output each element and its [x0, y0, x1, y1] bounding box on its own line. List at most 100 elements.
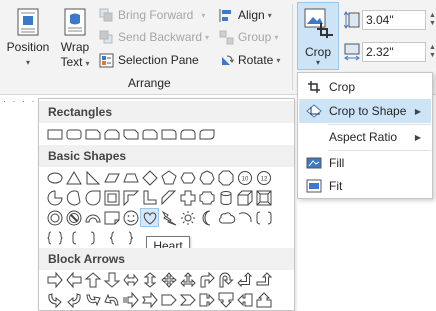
round-same-side-corner-rectangle-shape[interactable] — [178, 124, 197, 143]
position-icon — [17, 8, 39, 36]
octagon-shape[interactable] — [216, 168, 235, 187]
double-brace-shape[interactable] — [45, 228, 64, 247]
left-arrow-callout-shape[interactable] — [235, 290, 254, 309]
align-button[interactable]: Align ▾ — [219, 4, 272, 26]
rotate-button[interactable]: Rotate ▾ — [219, 49, 280, 71]
curved-left-arrow-shape[interactable] — [64, 290, 83, 309]
l-shape[interactable] — [140, 188, 159, 207]
crop-button[interactable]: Crop ▾ — [297, 2, 339, 70]
right-bracket-shape[interactable] — [83, 228, 102, 247]
up-down-arrow-shape[interactable] — [140, 270, 159, 289]
can-shape[interactable] — [216, 188, 235, 207]
snip-diagonal-corner-rectangle-shape[interactable] — [121, 124, 140, 143]
fill-icon — [299, 156, 329, 170]
notched-right-arrow-shape[interactable] — [140, 290, 159, 309]
right-arrow-callout-shape[interactable] — [197, 290, 216, 309]
position-button[interactable]: Position ▾ — [5, 4, 51, 72]
send-backward-button[interactable]: Send Backward ▾ — [99, 26, 209, 48]
dodecagon-shape[interactable]: 12 — [254, 168, 273, 187]
right-triangle-shape[interactable] — [83, 168, 102, 187]
curved-right-arrow-shape[interactable] — [45, 290, 64, 309]
smiley-face-shape[interactable] — [121, 208, 140, 227]
spin-up-icon[interactable]: ▲ — [427, 44, 436, 52]
round-diagonal-corner-rectangle-shape[interactable] — [197, 124, 216, 143]
parallelogram-shape[interactable] — [102, 168, 121, 187]
round-single-corner-rectangle-shape[interactable] — [159, 124, 178, 143]
block-arc-shape[interactable] — [83, 208, 102, 227]
shape-height-input[interactable] — [362, 10, 426, 30]
menu-item-fill[interactable]: Fill — [299, 151, 431, 175]
menu-item-fit[interactable]: Fit — [299, 174, 431, 198]
donut-shape[interactable] — [45, 208, 64, 227]
cube-shape[interactable] — [235, 188, 254, 207]
left-right-arrow-shape[interactable] — [121, 270, 140, 289]
heptagon-shape[interactable] — [197, 168, 216, 187]
down-arrow-callout-shape[interactable] — [216, 290, 235, 309]
folded-corner-shape[interactable] — [102, 208, 121, 227]
curved-down-arrow-shape[interactable] — [102, 290, 121, 309]
left-bracket-shape[interactable] — [64, 228, 83, 247]
left-up-arrow-shape[interactable] — [235, 270, 254, 289]
right-arrow-shape[interactable] — [45, 270, 64, 289]
right-brace-shape[interactable] — [121, 228, 140, 247]
menu-item-aspect-ratio[interactable]: Aspect Ratio ▶ — [299, 125, 431, 149]
rounded-rectangle-shape[interactable] — [64, 124, 83, 143]
cloud-shape[interactable] — [216, 208, 235, 227]
spin-up-icon[interactable]: ▲ — [427, 12, 436, 20]
basic-shapes-row-4 — [45, 228, 140, 247]
pie-shape[interactable] — [45, 188, 64, 207]
menu-item-crop-to-shape[interactable]: Crop to Shape ▶ — [299, 99, 431, 123]
trapezoid-shape[interactable] — [121, 168, 140, 187]
isosceles-triangle-shape[interactable] — [64, 168, 83, 187]
teardrop-shape[interactable] — [83, 188, 102, 207]
bent-arrow-shape[interactable] — [197, 270, 216, 289]
quad-arrow-shape[interactable] — [159, 270, 178, 289]
curved-up-arrow-shape[interactable] — [83, 290, 102, 309]
arc-shape[interactable] — [235, 208, 254, 227]
lightning-bolt-shape[interactable] — [159, 208, 178, 227]
up-arrow-shape[interactable] — [83, 270, 102, 289]
bring-forward-button[interactable]: Bring Forward ▾ — [99, 4, 205, 26]
spin-down-icon[interactable]: ▼ — [427, 20, 436, 28]
snip-single-corner-rectangle-shape[interactable] — [83, 124, 102, 143]
frame-shape[interactable] — [102, 188, 121, 207]
snip-same-side-corner-rectangle-shape[interactable] — [102, 124, 121, 143]
half-frame-shape[interactable] — [121, 188, 140, 207]
heart-shape[interactable] — [140, 208, 159, 227]
u-turn-arrow-shape[interactable] — [216, 270, 235, 289]
sun-shape[interactable] — [178, 208, 197, 227]
plaque-shape[interactable] — [197, 188, 216, 207]
pentagon-arrow-shape[interactable] — [159, 290, 178, 309]
down-arrow-shape[interactable] — [102, 270, 121, 289]
left-brace-shape[interactable] — [102, 228, 121, 247]
menu-item-crop[interactable]: Crop — [299, 75, 431, 99]
up-arrow-callout-shape[interactable] — [254, 290, 273, 309]
hexagon-shape[interactable] — [178, 168, 197, 187]
rectangle-shape[interactable] — [45, 124, 64, 143]
diamond-shape[interactable] — [140, 168, 159, 187]
wrap-text-button[interactable]: Wrap Text ▾ — [56, 4, 94, 72]
bent-up-arrow-shape[interactable] — [254, 270, 273, 289]
striped-right-arrow-shape[interactable] — [121, 290, 140, 309]
no-symbol-shape[interactable] — [64, 208, 83, 227]
cross-shape[interactable] — [178, 188, 197, 207]
shape-height-spinner[interactable]: ▲ ▼ — [427, 10, 436, 30]
bevel-shape[interactable] — [254, 188, 273, 207]
diagonal-stripe-shape[interactable] — [159, 188, 178, 207]
block-arrows-row-2 — [45, 290, 273, 309]
oval-shape[interactable] — [45, 168, 64, 187]
left-right-up-arrow-shape[interactable] — [178, 270, 197, 289]
snip-round-corner-rectangle-shape[interactable] — [140, 124, 159, 143]
chord-shape[interactable] — [64, 188, 83, 207]
group-button[interactable]: Group ▾ — [219, 26, 278, 48]
double-bracket-shape[interactable] — [254, 208, 273, 227]
spin-down-icon[interactable]: ▼ — [427, 52, 436, 60]
moon-shape[interactable] — [197, 208, 216, 227]
selection-pane-button[interactable]: Selection Pane — [99, 49, 199, 71]
decagon-shape[interactable]: 10 — [235, 168, 254, 187]
shape-width-input[interactable] — [362, 42, 426, 62]
shape-width-spinner[interactable]: ▲ ▼ — [427, 42, 436, 62]
left-arrow-shape[interactable] — [64, 270, 83, 289]
chevron-arrow-shape[interactable] — [178, 290, 197, 309]
pentagon-shape[interactable] — [159, 168, 178, 187]
